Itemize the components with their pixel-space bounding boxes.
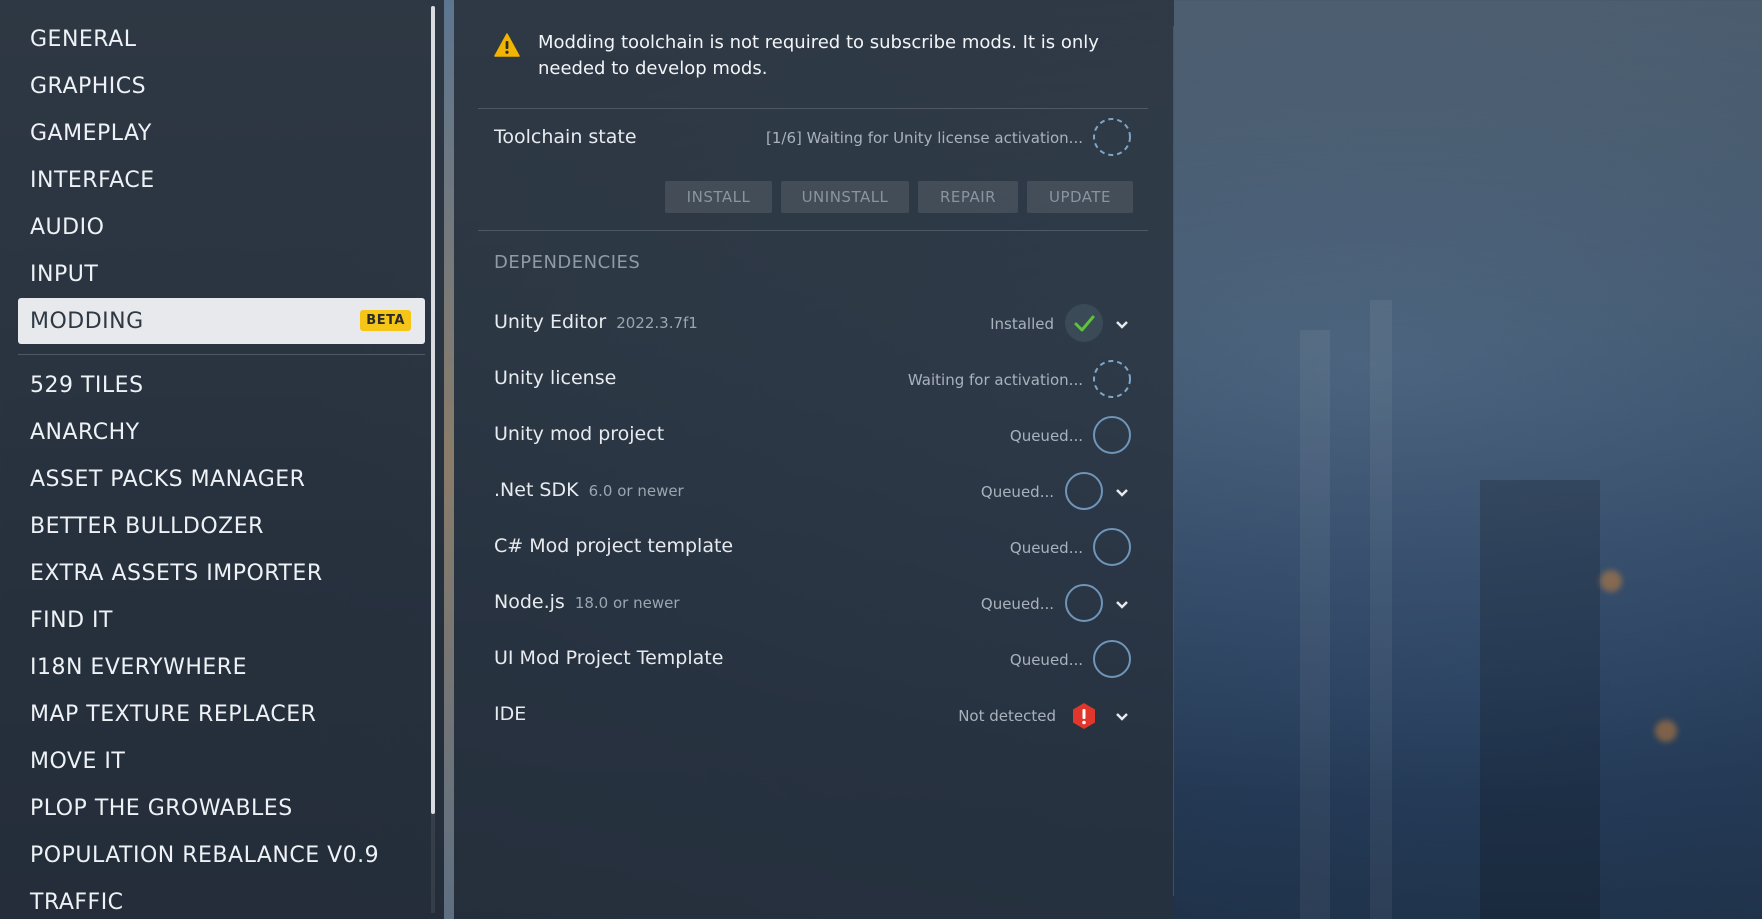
sidebar-item-label: POPULATION REBALANCE V0.9: [30, 842, 380, 868]
sidebar-item-label: GAMEPLAY: [30, 120, 152, 146]
dependency-row-unity-license[interactable]: Unity license: [494, 367, 616, 389]
sidebar-item-input[interactable]: INPUT: [18, 251, 425, 297]
dependency-status: Queued...: [1009, 651, 1083, 669]
sidebar-item-asset-packs-manager[interactable]: ASSET PACKS MANAGER: [18, 456, 425, 502]
toolchain-status-text: [1/6] Waiting for Unity license activati…: [766, 129, 1083, 147]
dependency-name: .Net SDK: [494, 479, 579, 501]
sidebar-scrollbar-thumb[interactable]: [431, 6, 435, 814]
dependency-version: 6.0 or newer: [588, 482, 684, 500]
sidebar-item-label: 529 TILES: [30, 372, 144, 398]
dependency-name: Node.js: [494, 591, 565, 613]
install-button[interactable]: INSTALL: [665, 181, 772, 213]
dependency-name: Unity Editor: [494, 311, 607, 333]
sidebar-item-label: EXTRA ASSETS IMPORTER: [30, 560, 323, 586]
sidebar-item-label: GRAPHICS: [30, 73, 147, 99]
sidebar-item-label: MODDING: [30, 308, 144, 334]
background-light: [1600, 570, 1622, 592]
sidebar-item-audio[interactable]: AUDIO: [18, 204, 425, 250]
error-icon: [1070, 702, 1098, 734]
pending-circle-icon: [1092, 527, 1132, 571]
dependency-row-ui-template[interactable]: UI Mod Project Template: [494, 647, 723, 669]
dependency-name: C# Mod project template: [494, 535, 734, 557]
dependency-row-ide[interactable]: IDE: [494, 703, 526, 725]
sidebar-divider: [18, 354, 425, 355]
check-icon: [1064, 303, 1104, 347]
dependency-status: Queued...: [980, 595, 1054, 613]
dependency-status: Queued...: [1009, 427, 1083, 445]
sidebar-item-map-texture-replacer[interactable]: MAP TEXTURE REPLACER: [18, 691, 425, 737]
dependency-status: Queued...: [980, 483, 1054, 501]
sidebar-item-general[interactable]: GENERAL: [18, 16, 425, 62]
dependency-row-unity-mod-project[interactable]: Unity mod project: [494, 423, 664, 445]
dependencies-heading: DEPENDENCIES: [494, 252, 641, 273]
sidebar-item-extra-assets-importer[interactable]: EXTRA ASSETS IMPORTER: [18, 550, 425, 596]
divider: [478, 108, 1148, 109]
toolchain-state-label: Toolchain state: [494, 126, 637, 148]
sidebar-item-interface[interactable]: INTERFACE: [18, 157, 425, 203]
sidebar-item-better-bulldozer[interactable]: BETTER BULLDOZER: [18, 503, 425, 549]
sidebar-item-population-rebalance[interactable]: POPULATION REBALANCE V0.9: [18, 832, 425, 878]
dependency-name: Unity mod project: [494, 423, 665, 445]
dependency-name: Unity license: [494, 367, 617, 389]
sidebar-item-label: INPUT: [30, 261, 99, 287]
dependency-row-unity-editor[interactable]: Unity Editor 2022.3.7f1: [494, 311, 698, 333]
sidebar-item-label: I18N EVERYWHERE: [30, 654, 247, 680]
sidebar-item-label: ASSET PACKS MANAGER: [30, 466, 306, 492]
chevron-down-icon[interactable]: [1114, 708, 1130, 727]
background-building: [1480, 480, 1600, 919]
sidebar-item-label: AUDIO: [30, 214, 105, 240]
dependency-status: Installed: [990, 315, 1054, 333]
dependency-status: Waiting for activation...: [907, 371, 1083, 389]
dependency-row-dotnet-sdk[interactable]: .Net SDK 6.0 or newer: [494, 479, 684, 501]
dependency-status: Queued...: [1009, 539, 1083, 557]
chevron-down-icon[interactable]: [1114, 596, 1130, 615]
warning-icon: [494, 33, 520, 61]
background-light: [1655, 720, 1677, 742]
dependency-name: IDE: [494, 703, 527, 725]
dependency-version: 18.0 or newer: [574, 594, 680, 612]
sidebar-item-anarchy[interactable]: ANARCHY: [18, 409, 425, 455]
loading-spinner-icon: [1092, 359, 1132, 403]
sidebar-item-modding[interactable]: MODDING BETA: [18, 298, 425, 344]
sidebar-item-find-it[interactable]: FIND IT: [18, 597, 425, 643]
uninstall-button[interactable]: UNINSTALL: [781, 181, 909, 213]
pending-circle-icon: [1092, 415, 1132, 459]
background-strip: [444, 0, 454, 919]
sidebar-item-move-it[interactable]: MOVE IT: [18, 738, 425, 784]
sidebar-item-label: INTERFACE: [30, 167, 155, 193]
sidebar-item-label: MOVE IT: [30, 748, 126, 774]
sidebar-item-label: TRAFFIC: [30, 889, 124, 915]
sidebar-item-529-tiles[interactable]: 529 TILES: [18, 362, 425, 408]
update-button[interactable]: UPDATE: [1027, 181, 1133, 213]
beta-badge: BETA: [360, 310, 411, 331]
pending-circle-icon: [1064, 583, 1104, 627]
dependency-version: 2022.3.7f1: [616, 314, 698, 332]
dependency-row-nodejs[interactable]: Node.js 18.0 or newer: [494, 591, 680, 613]
pending-circle-icon: [1064, 471, 1104, 515]
divider: [478, 230, 1148, 231]
background-building: [1370, 300, 1392, 919]
chevron-down-icon[interactable]: [1114, 316, 1130, 335]
sidebar-item-graphics[interactable]: GRAPHICS: [18, 63, 425, 109]
notice-text: Modding toolchain is not required to sub…: [538, 32, 1099, 79]
repair-button[interactable]: REPAIR: [918, 181, 1018, 213]
dependency-status: Not detected: [958, 707, 1056, 725]
dependency-row-csharp-template[interactable]: C# Mod project template: [494, 535, 733, 557]
sidebar-item-plop-the-growables[interactable]: PLOP THE GROWABLES: [18, 785, 425, 831]
dependency-name: UI Mod Project Template: [494, 647, 724, 669]
panel-divider: [1173, 26, 1174, 896]
sidebar-item-label: PLOP THE GROWABLES: [30, 795, 293, 821]
sidebar-item-gameplay[interactable]: GAMEPLAY: [18, 110, 425, 156]
background-building: [1300, 330, 1330, 919]
loading-spinner-icon: [1092, 117, 1132, 161]
sidebar-item-traffic[interactable]: TRAFFIC: [18, 879, 425, 919]
sidebar-item-label: BETTER BULLDOZER: [30, 513, 264, 539]
chevron-down-icon[interactable]: [1114, 484, 1130, 503]
sidebar-item-label: MAP TEXTURE REPLACER: [30, 701, 317, 727]
sidebar-item-label: GENERAL: [30, 26, 137, 52]
sidebar-item-label: ANARCHY: [30, 419, 140, 445]
sidebar-item-label: FIND IT: [30, 607, 113, 633]
pending-circle-icon: [1092, 639, 1132, 683]
sidebar-item-i18n-everywhere[interactable]: I18N EVERYWHERE: [18, 644, 425, 690]
